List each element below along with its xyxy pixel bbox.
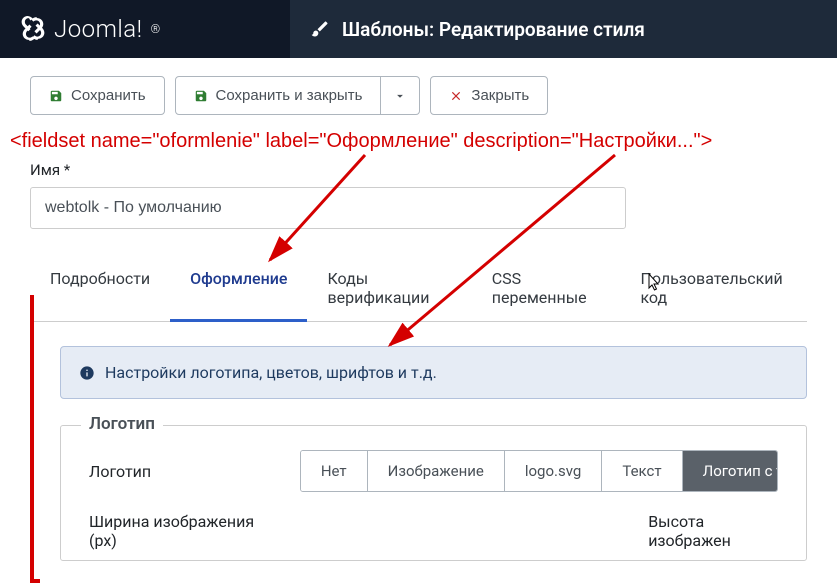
close-icon xyxy=(449,89,463,103)
info-text: Настройки логотипа, цветов, шрифтов и т.… xyxy=(105,363,437,382)
name-label: Имя * xyxy=(30,161,807,179)
height-col: Высота изображен xyxy=(648,512,778,560)
logo-field-row: Логотип НетИзображениеlogo.svgТекстЛогот… xyxy=(89,450,778,492)
save-dropdown-button[interactable] xyxy=(381,76,420,115)
joomla-icon xyxy=(20,16,46,42)
app-header: Joomla! ® Шаблоны: Редактирование стиля xyxy=(0,0,837,58)
save-icon xyxy=(49,89,63,103)
annotation-overlay: <fieldset name="oformlenie" label="Оформ… xyxy=(10,130,712,153)
cursor-icon xyxy=(645,272,663,294)
chevron-down-icon xyxy=(393,89,407,103)
dimension-cols: Ширина изображения (px) Высота изображен xyxy=(89,512,778,560)
width-label: Ширина изображения (px) xyxy=(89,512,268,550)
logo-option-2[interactable]: logo.svg xyxy=(505,451,602,491)
logo-option-1[interactable]: Изображение xyxy=(368,451,505,491)
toolbar: Сохранить Сохранить и закрыть Закрыть xyxy=(0,58,837,129)
logo-option-3[interactable]: Текст xyxy=(602,451,682,491)
height-label: Высота изображен xyxy=(648,512,778,550)
form-area: Имя * ПодробностиОформлениеКоды верифика… xyxy=(0,129,837,322)
brush-icon xyxy=(310,19,330,39)
width-col: Ширина изображения (px) xyxy=(89,512,268,560)
page-title: Шаблоны: Редактирование стиля xyxy=(342,18,645,41)
logo-option-0[interactable]: Нет xyxy=(301,451,368,491)
logo-label: Логотип xyxy=(89,462,300,481)
save-close-button[interactable]: Сохранить и закрыть xyxy=(175,76,382,115)
tab-1[interactable]: Оформление xyxy=(170,255,307,321)
tab-3[interactable]: CSS переменные xyxy=(472,255,621,321)
save-icon xyxy=(194,89,208,103)
page-title-cell: Шаблоны: Редактирование стиля xyxy=(290,0,665,58)
name-input[interactable] xyxy=(30,187,626,229)
tabs: ПодробностиОформлениеКоды верификацииCSS… xyxy=(30,255,807,322)
required-asterisk: * xyxy=(64,161,70,179)
fieldset-legend: Логотип xyxy=(81,414,163,434)
tab-0[interactable]: Подробности xyxy=(30,255,170,321)
logo-text: Joomla! xyxy=(54,15,143,43)
tab-2[interactable]: Коды верификации xyxy=(307,255,471,321)
info-icon xyxy=(79,365,95,381)
red-corner-overlay xyxy=(30,295,40,583)
close-button[interactable]: Закрыть xyxy=(430,76,548,115)
save-close-group: Сохранить и закрыть xyxy=(175,76,421,115)
logo-options: НетИзображениеlogo.svgТекстЛоготип с тек… xyxy=(300,450,778,492)
save-button[interactable]: Сохранить xyxy=(30,76,165,115)
tab-content: Настройки логотипа, цветов, шрифтов и т.… xyxy=(0,322,837,561)
logo-fieldset: Логотип Логотип НетИзображениеlogo.svgТе… xyxy=(60,425,807,561)
joomla-logo[interactable]: Joomla! ® xyxy=(20,15,161,43)
logo-cell: Joomla! ® xyxy=(0,0,290,58)
logo-option-4[interactable]: Логотип с текст xyxy=(683,451,778,491)
info-alert: Настройки логотипа, цветов, шрифтов и т.… xyxy=(60,346,807,399)
